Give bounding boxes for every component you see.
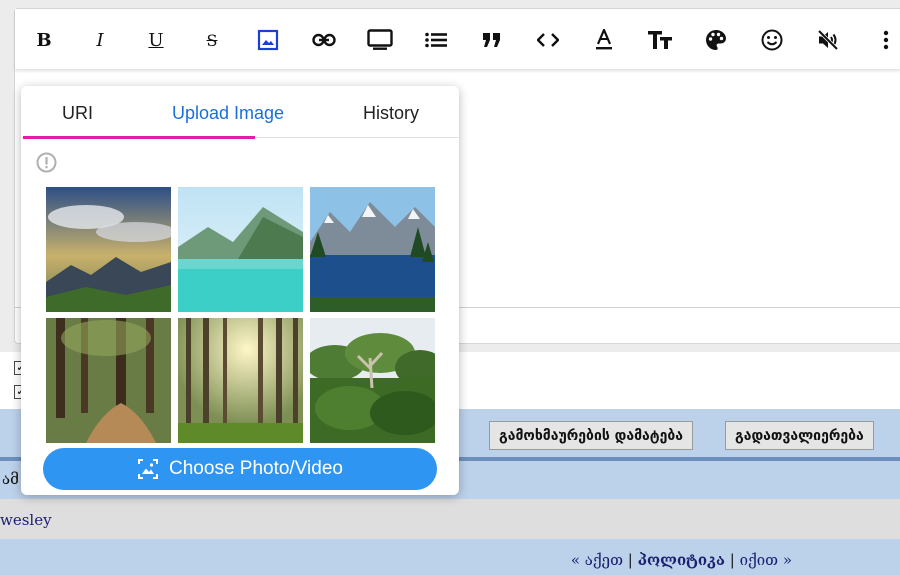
- font-size-button[interactable]: [645, 25, 675, 55]
- insert-image-button[interactable]: [253, 25, 283, 55]
- active-tab-indicator: [23, 136, 255, 139]
- thumbnail-forest-path[interactable]: [46, 318, 171, 443]
- tab-uri[interactable]: URI: [62, 103, 93, 124]
- bold-button[interactable]: B: [29, 25, 59, 55]
- author-band: wesley: [0, 499, 900, 539]
- palette-button[interactable]: [701, 25, 731, 55]
- choose-photo-video-label: Choose Photo/Video: [169, 458, 343, 479]
- mute-button[interactable]: [813, 25, 843, 55]
- image-history-grid: [46, 187, 435, 443]
- bold-icon: B: [36, 29, 52, 51]
- thumbnail-sunset-mountains[interactable]: [46, 187, 171, 312]
- thumbnail-turquoise-lake[interactable]: [178, 187, 303, 312]
- strikethrough-button[interactable]: S: [197, 25, 227, 55]
- mute-icon: [817, 29, 839, 51]
- font-size-icon: [648, 31, 672, 49]
- more-icon: [883, 30, 889, 50]
- text-color-icon: [596, 29, 612, 50]
- pagination-band: « აქეთ | პოლიტიკა | იქით »: [0, 539, 900, 575]
- strikethrough-icon: S: [206, 30, 218, 50]
- insert-link-button[interactable]: [309, 25, 339, 55]
- emoji-icon: [761, 29, 783, 51]
- photo-upload-icon: [138, 459, 159, 479]
- preview-button[interactable]: გადათვალიერება: [725, 421, 874, 450]
- emoji-button[interactable]: [757, 25, 787, 55]
- popup-tabs: URI Upload Image History: [21, 86, 459, 139]
- post-navigation: « აქეთ | პოლიტიკა | იქით »: [570, 551, 792, 569]
- palette-icon: [706, 30, 726, 50]
- author-name[interactable]: wesley: [0, 511, 52, 529]
- add-comment-button[interactable]: გამოხმაურების დამატება: [489, 421, 694, 450]
- underline-button[interactable]: U: [141, 25, 171, 55]
- video-icon: [367, 29, 393, 50]
- text-color-button[interactable]: [589, 25, 619, 55]
- link-icon: [312, 33, 336, 47]
- info-band-label: ამ: [2, 470, 19, 488]
- list-icon: [425, 32, 447, 48]
- image-icon: [257, 29, 279, 51]
- tab-history[interactable]: History: [363, 103, 419, 124]
- thumbnail-sunlit-forest[interactable]: [178, 318, 303, 443]
- choose-photo-video-button[interactable]: Choose Photo/Video: [43, 448, 437, 490]
- tab-upload-image[interactable]: Upload Image: [172, 103, 284, 124]
- more-options-button[interactable]: [871, 25, 900, 55]
- category-link[interactable]: პოლიტიკა: [638, 551, 725, 569]
- warning-icon: [36, 152, 57, 173]
- italic-button[interactable]: I: [85, 25, 115, 55]
- list-button[interactable]: [421, 25, 451, 55]
- blockquote-button[interactable]: [477, 25, 507, 55]
- insert-image-popup: URI Upload Image History Choose Photo/Vi…: [21, 86, 459, 495]
- code-button[interactable]: [533, 25, 563, 55]
- insert-video-button[interactable]: [365, 25, 395, 55]
- code-icon: [537, 33, 559, 47]
- prev-post-link[interactable]: « აქეთ: [571, 551, 623, 569]
- italic-icon: I: [96, 29, 104, 51]
- underline-icon: U: [148, 29, 164, 51]
- next-post-link[interactable]: იქით »: [740, 551, 792, 569]
- thumbnail-rainforest-canopy[interactable]: [310, 318, 435, 443]
- editor-toolbar: B I U S: [15, 9, 900, 69]
- thumbnail-alpine-lake[interactable]: [310, 187, 435, 312]
- quote-icon: [483, 33, 500, 47]
